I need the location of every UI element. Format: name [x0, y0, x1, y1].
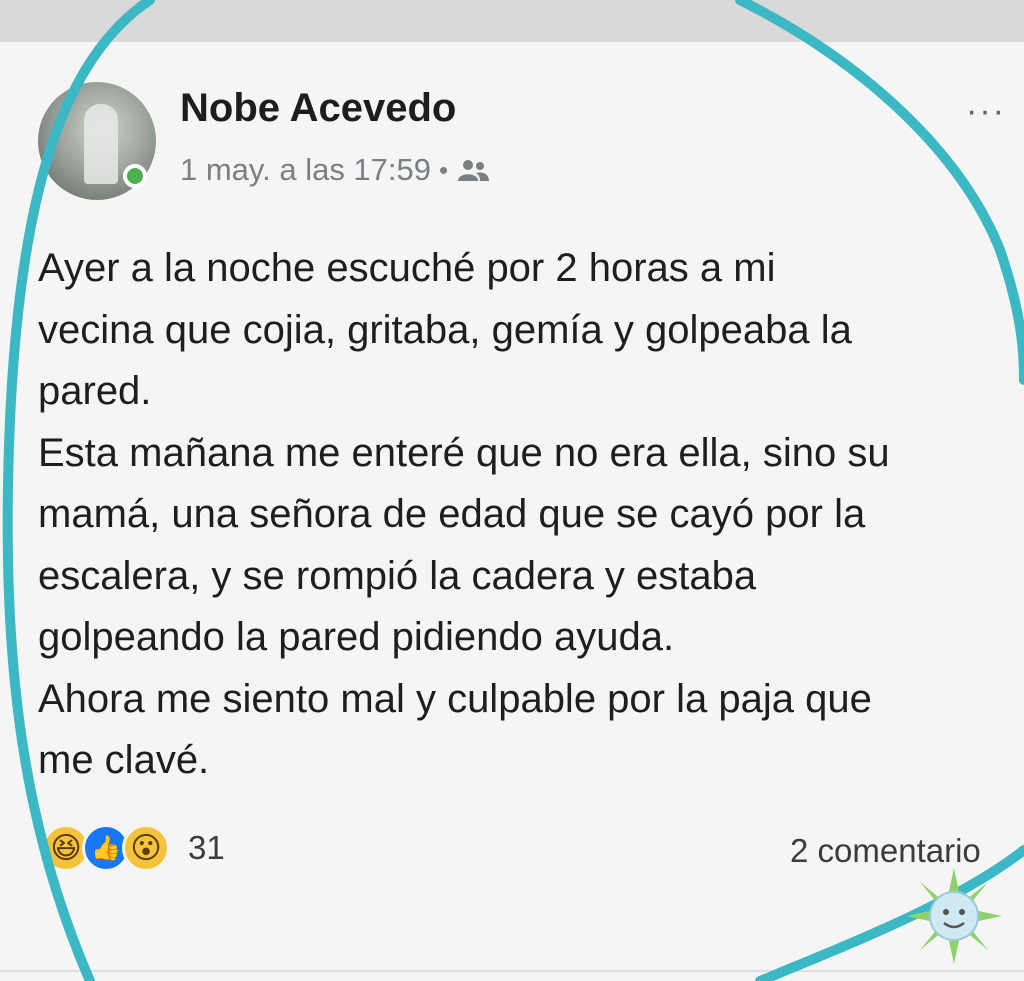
post-body-line: Ayer a la noche escuché por 2 horas a mi: [38, 246, 776, 290]
top-bar: [0, 0, 1024, 42]
post-body-line: mamá, una señora de edad que se cayó por…: [38, 492, 866, 536]
avatar-figure: [84, 104, 118, 184]
post-timestamp[interactable]: 1 may. a las 17:59: [180, 152, 431, 188]
comments-count-link[interactable]: 2 comentario: [790, 832, 1024, 870]
more-options-button[interactable]: ···: [966, 92, 1006, 131]
friends-icon[interactable]: [456, 157, 490, 183]
reaction-count: 31: [188, 829, 225, 866]
sun-watermark-icon: [906, 868, 1002, 964]
post-body-line: vecina que cojia, gritaba, gemía y golpe…: [38, 307, 852, 352]
post-body-line: Ahora me siento mal y culpable por la pa…: [38, 676, 872, 721]
post-body: Ayer a la noche escuché por 2 horas a mi…: [38, 238, 1024, 792]
post-body-line: pared.: [38, 369, 152, 413]
action-bar-divider: [0, 970, 1024, 972]
post-body-line: golpeando la pared pidiendo ayuda.: [38, 615, 675, 659]
post-body-line: me clavé.: [38, 738, 210, 782]
online-status-dot: [123, 164, 147, 188]
post-meta: 1 may. a las 17:59 •: [180, 152, 490, 188]
post-body-line: escalera, y se rompió la cadera y estaba: [38, 553, 757, 598]
post-body-line: Esta mañana me enteré que no era ella, s…: [38, 430, 890, 475]
reactions-summary[interactable]: 😆 👍 😮 31: [42, 824, 225, 872]
author-name[interactable]: Nobe Acevedo: [180, 86, 456, 131]
meta-separator: •: [439, 154, 449, 185]
wow-reaction-icon: 😮: [122, 824, 170, 872]
